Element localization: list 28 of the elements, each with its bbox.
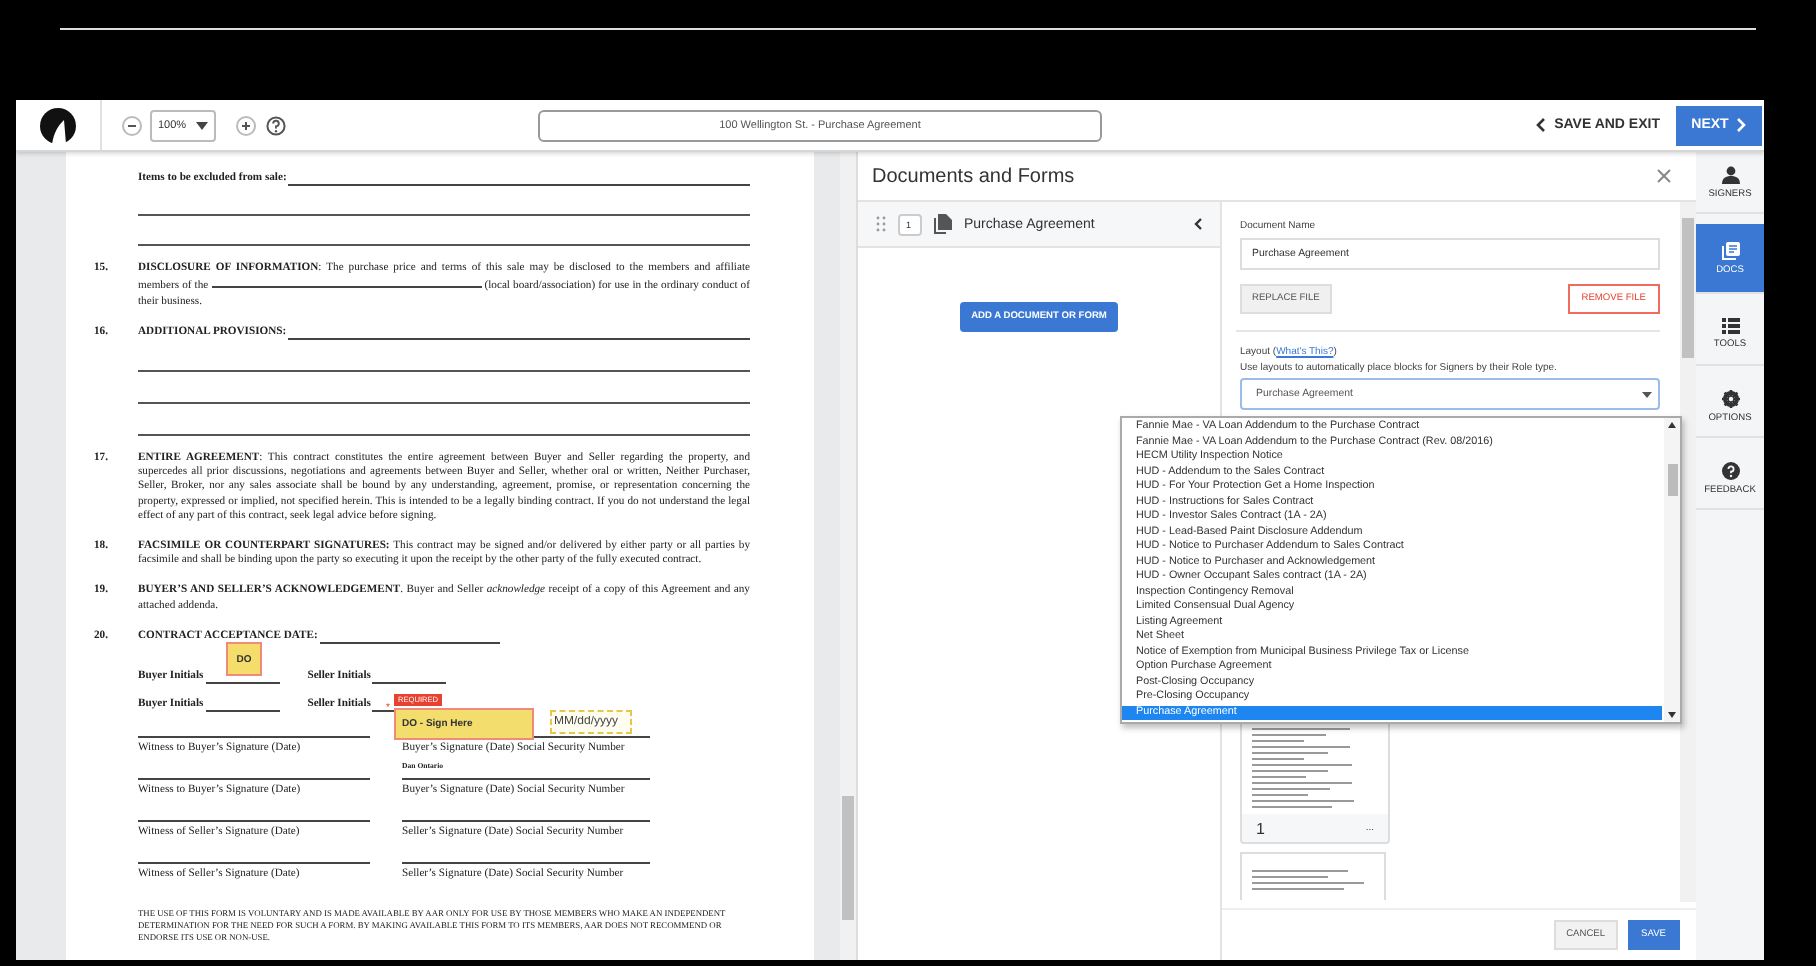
drag-handle-icon[interactable]	[876, 216, 886, 232]
person-icon	[1721, 165, 1739, 183]
minus-icon	[126, 119, 138, 131]
document-icon	[934, 214, 952, 234]
chevron-left-icon[interactable]	[1194, 218, 1202, 230]
documents-icon	[1721, 241, 1739, 259]
panel-title: Documents and Forms	[872, 165, 1075, 187]
list-icon	[1721, 318, 1739, 334]
scroll-up-icon[interactable]	[1668, 422, 1676, 428]
caret-icon	[1642, 391, 1652, 397]
scrollbar-thumb[interactable]	[1667, 464, 1677, 496]
help-icon[interactable]	[266, 115, 286, 135]
scroll-down-icon[interactable]	[1668, 712, 1676, 718]
logo-icon	[40, 107, 76, 143]
close-icon[interactable]	[1656, 168, 1672, 184]
scrollbar-track[interactable]	[1664, 418, 1680, 722]
zoom-out-button[interactable]	[122, 115, 142, 135]
caret-icon	[196, 121, 208, 129]
page-thumbnail[interactable]	[1240, 852, 1386, 900]
chevron-right-icon	[1736, 118, 1747, 132]
settings-icon	[1721, 389, 1739, 407]
plus-icon	[240, 119, 252, 131]
page-number: 1	[1256, 819, 1265, 837]
zoom-in-button[interactable]	[236, 115, 256, 135]
chevron-left-icon	[1536, 118, 1547, 132]
scrollbar[interactable]	[1680, 202, 1696, 902]
scrollbar[interactable]	[840, 152, 856, 960]
help-icon	[1721, 461, 1739, 479]
